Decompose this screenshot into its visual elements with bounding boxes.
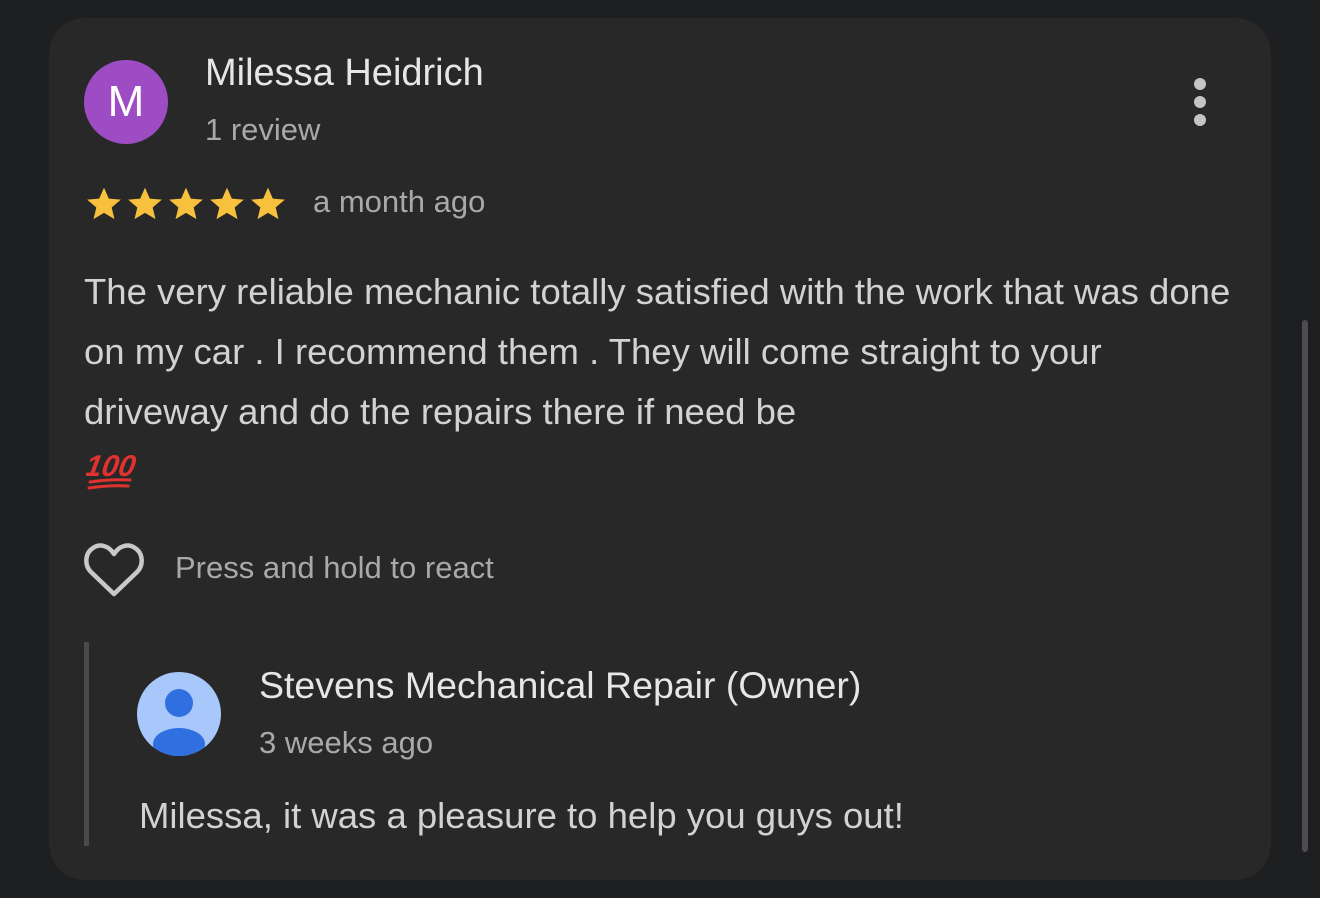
- reply-text: Milessa, it was a pleasure to help you g…: [139, 795, 904, 836]
- review-text: The very reliable mechanic totally satis…: [84, 271, 1231, 432]
- star-icon: [169, 187, 203, 220]
- reply-divider: [84, 642, 89, 846]
- reviewer-avatar[interactable]: M: [84, 60, 168, 144]
- more-vert-icon: [1194, 78, 1206, 90]
- owner-avatar[interactable]: [137, 672, 221, 756]
- star-icon: [251, 187, 285, 220]
- star-rating: [84, 184, 288, 224]
- star-icon: [210, 187, 244, 220]
- owner-name[interactable]: Stevens Mechanical Repair (Owner): [259, 664, 861, 707]
- reply-date: 3 weeks ago: [259, 725, 434, 760]
- react-hint: Press and hold to react: [175, 550, 494, 585]
- svg-text:100: 100: [86, 450, 136, 483]
- review-date: a month ago: [313, 184, 486, 219]
- more-options-button[interactable]: [1180, 74, 1220, 130]
- review-count: 1 review: [205, 112, 321, 147]
- star-icon: [128, 187, 162, 220]
- scrollbar[interactable]: [1302, 320, 1308, 852]
- star-icon: [87, 187, 121, 220]
- hundred-points-emoji-icon: 100: [86, 450, 136, 490]
- reviewer-name[interactable]: Milessa Heidrich: [205, 52, 484, 95]
- heart-outline-icon[interactable]: [82, 538, 146, 602]
